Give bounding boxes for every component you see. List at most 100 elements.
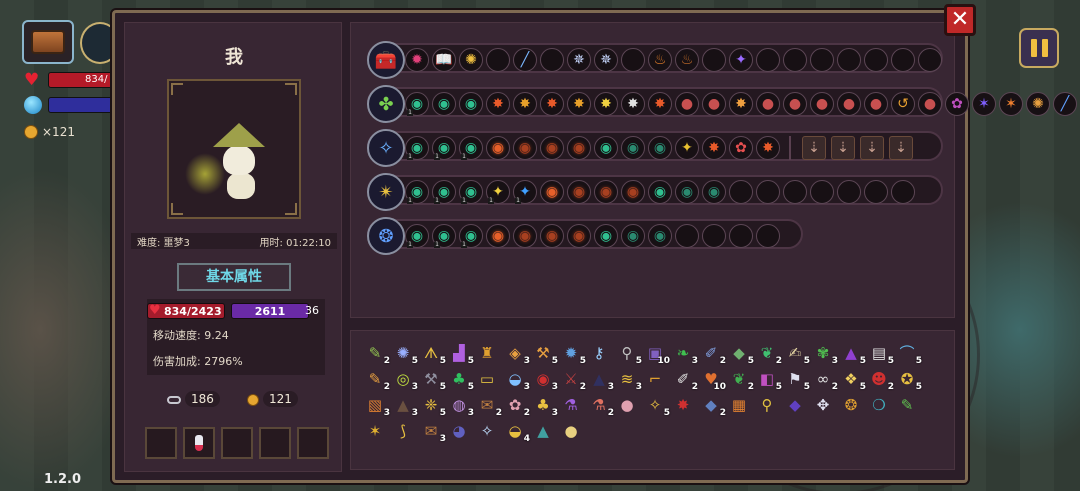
inventory-item[interactable]: ✎ 2	[361, 341, 390, 366]
skill-slot[interactable]: ◉ 1	[459, 224, 483, 248]
inventory-item[interactable]: ⚲	[753, 393, 781, 418]
skill-slot[interactable]: ◉ 1	[405, 136, 429, 160]
empty-skill-slot[interactable]	[756, 48, 780, 72]
empty-skill-slot[interactable]	[837, 48, 861, 72]
skill-slot[interactable]: ●	[702, 92, 726, 116]
skill-slot[interactable]: ◉	[621, 180, 645, 204]
skill-slot[interactable]: ✸	[621, 92, 645, 116]
orb-blue-icon[interactable]: ❂	[367, 217, 405, 255]
inventory-item[interactable]: ✪ 5	[893, 367, 922, 392]
skill-slot[interactable]: ✵	[567, 48, 591, 72]
skill-slot[interactable]: ◉ 1	[432, 224, 456, 248]
inventory-item[interactable]: ✸	[669, 393, 697, 418]
skill-slot[interactable]: ↺	[891, 92, 915, 116]
inventory-item[interactable]: ♥ 10	[697, 367, 726, 392]
item-slot-2[interactable]	[183, 427, 215, 459]
skill-slot[interactable]: ◉	[540, 136, 564, 160]
skill-slot[interactable]: ●	[837, 92, 861, 116]
empty-skill-slot[interactable]	[810, 180, 834, 204]
skill-slot[interactable]: ✺	[1026, 92, 1050, 116]
empty-skill-slot[interactable]	[702, 48, 726, 72]
skill-slot[interactable]: ◉	[567, 180, 591, 204]
inventory-item[interactable]: ✶	[361, 419, 389, 444]
skill-slot[interactable]: ✶	[999, 92, 1023, 116]
skill-slot[interactable]: ♨	[675, 48, 699, 72]
inventory-item[interactable]: ◆	[781, 393, 809, 418]
inventory-item[interactable]: ✎	[893, 393, 921, 418]
inventory-item[interactable]: ◎ 3	[389, 367, 418, 392]
skill-slot[interactable]: ◉	[540, 224, 564, 248]
hud-chest-button[interactable]	[22, 20, 74, 64]
empty-skill-slot[interactable]	[810, 48, 834, 72]
skill-slot[interactable]: 📖	[432, 48, 456, 72]
item-slot-5[interactable]	[297, 427, 329, 459]
skill-slot[interactable]: ✸	[567, 92, 591, 116]
skill-slot[interactable]: ◉	[675, 180, 699, 204]
skill-slot[interactable]: ◉	[513, 224, 537, 248]
inventory-item[interactable]: ✾ 3	[809, 341, 838, 366]
inventory-item[interactable]: ◒ 4	[501, 419, 530, 444]
skill-slot[interactable]: ╱	[1053, 92, 1077, 116]
inventory-item[interactable]: ❖ 5	[837, 367, 866, 392]
inventory-item[interactable]: ✥	[809, 393, 837, 418]
inventory-item[interactable]: ✧ 5	[641, 393, 670, 418]
empty-skill-slot[interactable]	[702, 224, 726, 248]
inventory-item[interactable]: ⚒ 5	[417, 367, 446, 392]
inventory-item[interactable]: ⌒ 5	[893, 341, 922, 366]
inventory-item[interactable]: ⌐	[641, 367, 669, 392]
skill-slot[interactable]: ◉	[621, 224, 645, 248]
skill-slot[interactable]: ◉	[648, 180, 672, 204]
inventory-item[interactable]: ✉ 2	[473, 393, 502, 418]
skill-slot[interactable]: ◉ 1	[459, 136, 483, 160]
empty-skill-slot[interactable]	[891, 180, 915, 204]
inventory-item[interactable]: ⚷	[585, 341, 613, 366]
skill-slot[interactable]: ◉	[486, 136, 510, 160]
skill-slot[interactable]: ✸	[702, 136, 726, 160]
item-slot-3[interactable]	[221, 427, 253, 459]
inventory-item[interactable]: ❂	[837, 393, 865, 418]
skill-slot[interactable]: ◉	[432, 92, 456, 116]
skill-slot[interactable]: ⇣	[889, 136, 913, 160]
staff-blue-icon[interactable]: ✧	[367, 129, 405, 167]
inventory-item[interactable]: ●	[557, 419, 585, 444]
skill-slot[interactable]: ●	[864, 92, 888, 116]
skill-slot[interactable]: ◉ 1	[432, 180, 456, 204]
skill-slot[interactable]: ◉	[594, 136, 618, 160]
skill-slot[interactable]: ●	[810, 92, 834, 116]
skill-slot[interactable]: ⇣	[831, 136, 855, 160]
pause-button[interactable]	[1019, 28, 1059, 68]
empty-skill-slot[interactable]	[837, 180, 861, 204]
staff-gold-icon[interactable]: ✴	[367, 173, 405, 211]
inventory-item[interactable]: ▲	[529, 419, 557, 444]
inventory-item[interactable]: ☻ 2	[865, 367, 894, 392]
skill-slot[interactable]: ●	[756, 92, 780, 116]
skill-slot[interactable]: ◉	[486, 224, 510, 248]
skill-slot[interactable]: ◉ 1	[432, 136, 456, 160]
inventory-item[interactable]: ✍ 5	[781, 341, 810, 366]
empty-skill-slot[interactable]	[540, 48, 564, 72]
inventory-item[interactable]: ♣ 3	[529, 393, 558, 418]
inventory-item[interactable]: ♜	[473, 341, 501, 366]
skill-slot[interactable]: ◉	[540, 180, 564, 204]
skill-slot[interactable]: ◉	[648, 224, 672, 248]
skill-slot[interactable]: ◉	[459, 92, 483, 116]
skill-slot[interactable]: ◉	[567, 136, 591, 160]
inventory-item[interactable]: ▲ 3	[389, 393, 418, 418]
empty-skill-slot[interactable]	[486, 48, 510, 72]
inventory-item[interactable]: ✹ 5	[557, 341, 586, 366]
skill-slot[interactable]: ✿	[729, 136, 753, 160]
empty-skill-slot[interactable]	[729, 180, 753, 204]
inventory-item[interactable]: ⚗ 2	[585, 393, 614, 418]
skill-slot[interactable]: ◉ 1	[405, 92, 429, 116]
skill-slot[interactable]: ●	[918, 92, 942, 116]
inventory-item[interactable]: ⚑ 5	[781, 367, 810, 392]
inventory-item[interactable]: ᗑ5	[417, 341, 446, 366]
inventory-item[interactable]: ⚗	[557, 393, 585, 418]
inventory-item[interactable]: ◕	[445, 419, 473, 444]
skill-slot[interactable]: ✸	[594, 92, 618, 116]
inventory-item[interactable]: ❍	[865, 393, 893, 418]
inventory-item[interactable]: ▲ 5	[837, 341, 866, 366]
inventory-item[interactable]: ◍ 3	[445, 393, 474, 418]
empty-skill-slot[interactable]	[675, 224, 699, 248]
inventory-item[interactable]: ✐ 2	[697, 341, 726, 366]
